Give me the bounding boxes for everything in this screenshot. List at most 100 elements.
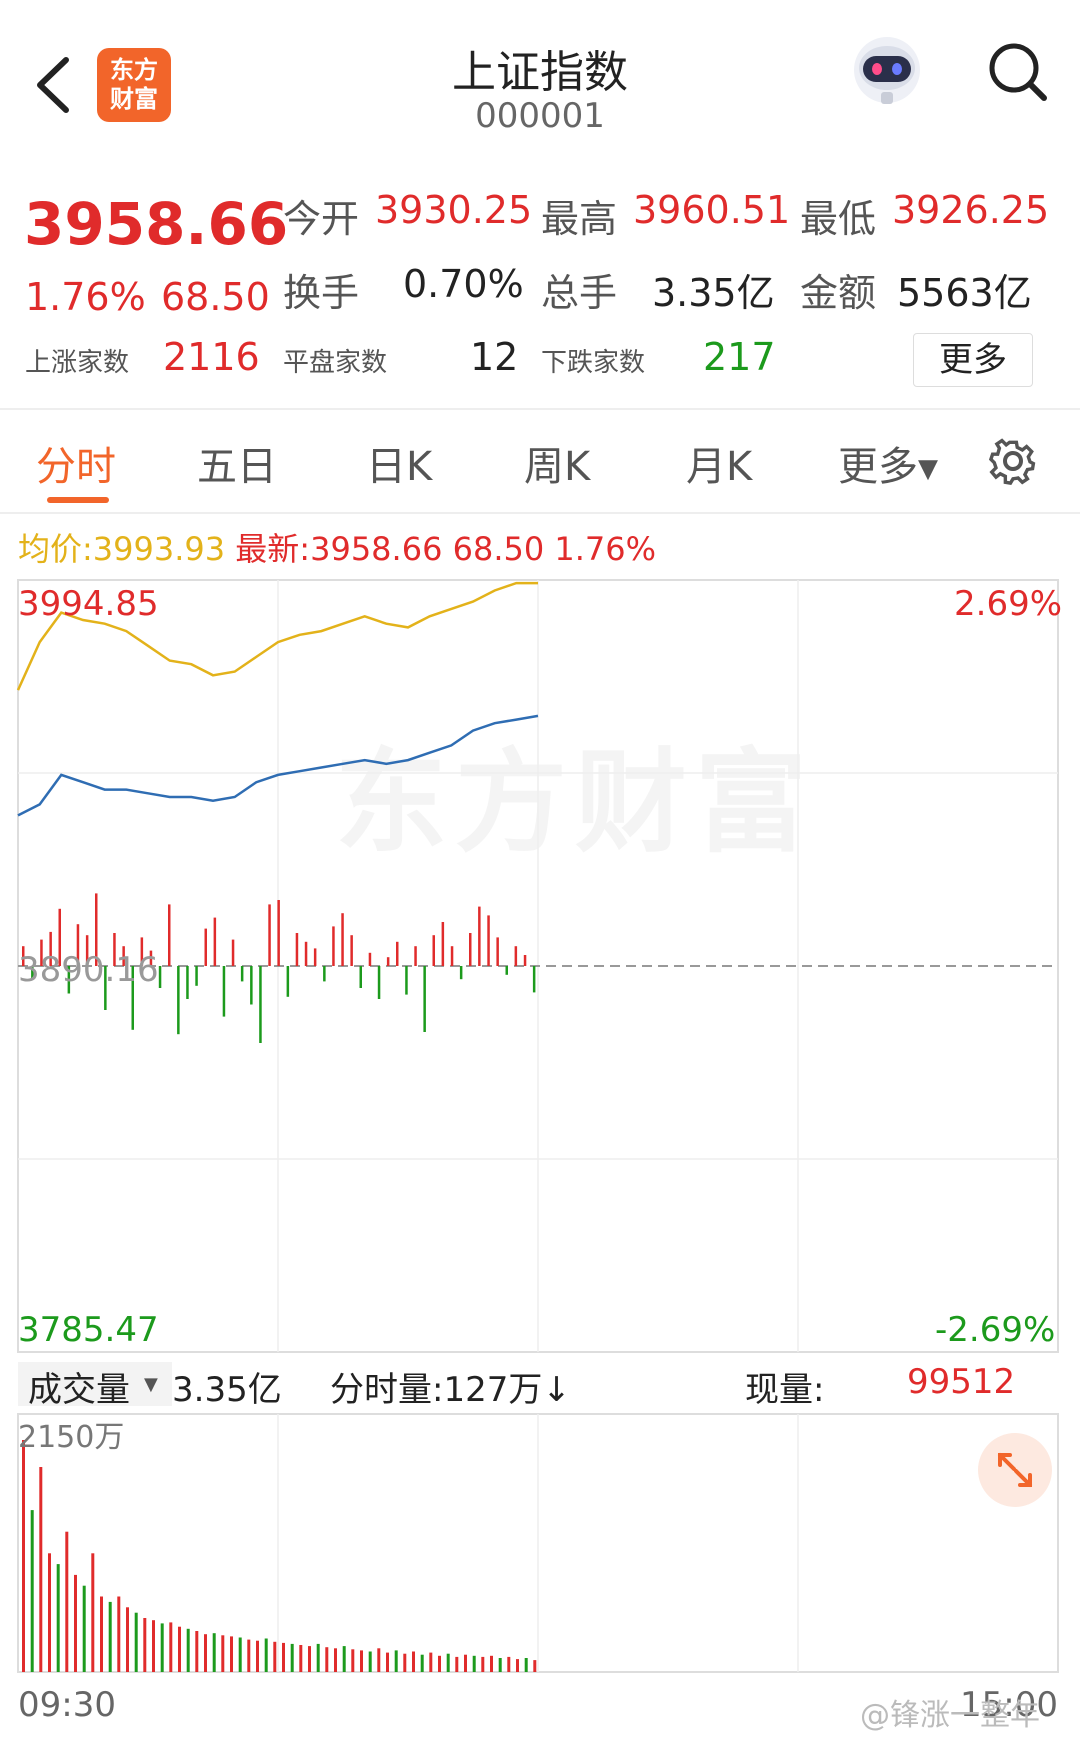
volume-selector[interactable]: 成交量 ▼ <box>18 1362 172 1410</box>
volume-bar <box>412 1651 415 1672</box>
chart-grid <box>17 579 1059 1673</box>
down-arrow-icon: ↓ <box>542 1370 571 1410</box>
caret-down-icon: ▼ <box>144 1374 158 1395</box>
volume-bar <box>256 1640 259 1672</box>
divider <box>0 512 1080 514</box>
volume-bars <box>22 1440 537 1672</box>
search-icon[interactable] <box>986 40 1050 104</box>
amount-label: 金额 <box>800 271 877 315</box>
volume-bar <box>394 1650 398 1672</box>
settings-gear-icon[interactable] <box>986 434 1040 488</box>
volume-bar <box>273 1641 277 1672</box>
up-down-bar <box>423 966 426 1032</box>
up-down-bar <box>523 955 527 966</box>
up-down-bar <box>177 966 180 1035</box>
up-down-bar <box>277 900 280 966</box>
volume-bar <box>82 1585 86 1672</box>
volume-bar <box>351 1649 355 1672</box>
tab-intraday[interactable]: 分时 <box>36 434 116 492</box>
up-down-bar <box>268 904 271 966</box>
volume-bar <box>39 1467 43 1672</box>
turnover-value: 0.70% <box>403 262 524 306</box>
up-down-bar <box>359 966 362 988</box>
volume-value: 3.35亿 <box>652 271 775 315</box>
volume-bar <box>464 1654 467 1672</box>
up-down-bar <box>478 906 481 966</box>
up-down-bar <box>496 937 499 966</box>
volume-max-label: 2150万 <box>18 1420 125 1455</box>
up-down-bar <box>204 928 207 966</box>
y-axis-mid-price: 3890.16 <box>18 950 159 990</box>
up-count-label: 上涨家数 <box>25 348 130 378</box>
tab-monthly-k[interactable]: 月K <box>686 434 752 492</box>
up-down-bar <box>432 935 435 966</box>
up-down-bar <box>350 935 353 966</box>
open-label: 今开 <box>283 197 360 241</box>
up-down-bar <box>414 946 417 966</box>
volume-bar <box>438 1655 441 1672</box>
volume-bar <box>230 1636 233 1672</box>
up-down-bar <box>295 933 299 966</box>
volume-bar <box>334 1648 337 1672</box>
volume-bar <box>290 1643 294 1672</box>
change-percent: 1.76% <box>25 275 146 319</box>
flat-count-value: 12 <box>470 335 519 379</box>
high-value: 3960.51 <box>633 188 791 232</box>
volume-bar <box>169 1622 173 1672</box>
up-down-bar <box>158 966 162 988</box>
more-button[interactable]: 更多 <box>913 333 1033 387</box>
up-down-bar <box>231 939 235 966</box>
avg-price-label: 均价: <box>18 530 93 568</box>
volume-bar <box>472 1655 476 1672</box>
tab-weekly-k[interactable]: 周K <box>524 434 590 492</box>
volume-bar <box>316 1643 320 1672</box>
volume-total: 3.35亿 <box>172 1370 282 1410</box>
tab-five-day[interactable]: 五日 <box>197 434 277 492</box>
amount-value: 5563亿 <box>897 271 1032 315</box>
avg-price-value: 3993.93 <box>92 530 226 568</box>
tab-daily-k[interactable]: 日K <box>366 434 432 492</box>
up-down-bar <box>441 922 445 966</box>
volume-bar <box>325 1647 329 1672</box>
latest-value: 3958.66 68.50 1.76% <box>310 530 657 568</box>
open-value: 3930.25 <box>375 188 533 232</box>
chart-info-line: 均价:3993.93 最新:3958.66 68.50 1.76% <box>18 524 656 570</box>
latest-label: 最新: <box>235 530 311 568</box>
up-down-bar <box>168 904 171 966</box>
up-down-bar <box>341 913 344 966</box>
volume-bar <box>247 1639 251 1672</box>
volume-bar <box>498 1658 502 1672</box>
volume-bar <box>160 1623 164 1672</box>
high-label: 最高 <box>541 197 618 241</box>
y-axis-bottom-price: 3785.47 <box>18 1310 159 1350</box>
y-axis-bottom-pct: -2.69% <box>935 1310 1056 1350</box>
volume-bar <box>195 1631 199 1672</box>
up-down-bar <box>195 966 198 986</box>
volume-selector-label: 成交量 <box>28 1370 130 1410</box>
volume-bar <box>212 1633 216 1672</box>
volume-bar <box>386 1652 389 1672</box>
up-down-bar <box>304 941 308 966</box>
caret-down-icon: ▼ <box>918 454 938 484</box>
up-down-bar <box>250 966 253 1005</box>
up-down-bar <box>514 946 518 966</box>
low-label: 最低 <box>800 197 877 241</box>
volume-bar <box>134 1612 138 1672</box>
volume-bar <box>143 1618 147 1672</box>
expand-icon[interactable] <box>978 1433 1052 1507</box>
up-down-bar <box>487 915 490 966</box>
volume-bar <box>524 1658 528 1672</box>
up-down-bar <box>240 966 244 982</box>
tab-more[interactable]: 更多▼ <box>838 434 938 492</box>
volume-bar <box>516 1659 519 1672</box>
up-down-bar <box>186 966 189 999</box>
volume-bar <box>446 1653 450 1672</box>
volume-bar <box>403 1653 407 1672</box>
up-down-bar <box>377 966 381 999</box>
down-count-value: 217 <box>703 335 776 379</box>
intraday-chart[interactable] <box>16 576 1064 1686</box>
volume-bar <box>533 1660 537 1672</box>
low-value: 3926.25 <box>892 188 1050 232</box>
robot-assistant-icon[interactable] <box>846 30 928 112</box>
active-tab-indicator <box>47 497 109 503</box>
